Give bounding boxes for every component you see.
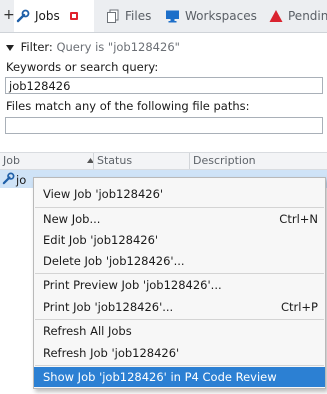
- menu-item-shortcut: Ctrl+P: [280, 300, 318, 314]
- filter-query-text: Query is "job128426": [56, 40, 180, 54]
- tab-files[interactable]: Files: [106, 0, 151, 32]
- context-menu: View Job 'job128426' New Job... Ctrl+N E…: [33, 177, 326, 389]
- menu-separator: [35, 319, 324, 320]
- menu-item-shortcut: Ctrl+N: [279, 212, 318, 226]
- keywords-label: Keywords or search query:: [6, 60, 159, 74]
- menu-separator: [35, 273, 324, 274]
- menu-item-label: Show Job 'job128426' in P4 Code Review: [43, 370, 277, 384]
- menu-item-label: Refresh Job 'job128426': [43, 346, 180, 360]
- row-job-text: jo: [16, 173, 27, 187]
- menu-item-show-in-code-review[interactable]: Show Job 'job128426' in P4 Code Review: [34, 367, 325, 387]
- column-description[interactable]: Description: [193, 154, 256, 167]
- menu-item-refresh-job[interactable]: Refresh Job 'job128426': [34, 343, 325, 363]
- column-status[interactable]: Status: [97, 154, 132, 167]
- menu-item-print-preview-job[interactable]: Print Preview Job 'job128426'...: [34, 275, 325, 295]
- menu-item-delete-job[interactable]: Delete Job 'job128426'...: [34, 251, 325, 271]
- menu-item-new-job[interactable]: New Job... Ctrl+N: [34, 209, 325, 229]
- wrench-icon: [2, 172, 15, 185]
- menu-item-label: View Job 'job128426': [43, 187, 164, 201]
- menu-item-label: Edit Job 'job128426': [43, 233, 159, 247]
- tab-jobs[interactable]: Jobs: [14, 0, 94, 32]
- menu-item-label: New Job...: [43, 212, 101, 226]
- menu-item-refresh-all-jobs[interactable]: Refresh All Jobs: [34, 321, 325, 341]
- table-header: Job Status Description: [0, 152, 327, 170]
- filter-header[interactable]: Filter: Query is "job128426": [6, 40, 180, 54]
- new-tab-button[interactable]: +: [3, 7, 15, 23]
- paths-input[interactable]: [5, 117, 323, 134]
- tab-files-label: Files: [125, 9, 152, 23]
- tab-pending-label: Pendin: [288, 9, 327, 23]
- tab-pending[interactable]: Pendin: [269, 0, 327, 32]
- wrench-icon: [16, 9, 30, 23]
- collapse-triangle-icon[interactable]: [6, 44, 14, 52]
- tab-jobs-label: Jobs: [35, 9, 60, 23]
- monitor-icon: [166, 10, 179, 23]
- menu-item-label: Delete Job 'job128426'...: [43, 254, 185, 268]
- tab-workspaces-label: Workspaces: [185, 9, 257, 23]
- menu-item-print-job[interactable]: Print Job 'job128426'... Ctrl+P: [34, 297, 325, 317]
- column-job[interactable]: Job: [3, 154, 20, 167]
- tab-bar: + Jobs Files Workspaces Pendin: [0, 0, 327, 33]
- menu-separator: [35, 365, 324, 366]
- keywords-input[interactable]: job128426: [5, 77, 323, 94]
- filter-label: Filter:: [20, 40, 53, 54]
- warning-triangle-icon: [269, 10, 283, 22]
- files-icon: [107, 9, 119, 23]
- paths-label: Files match any of the following file pa…: [6, 99, 250, 113]
- menu-item-edit-job[interactable]: Edit Job 'job128426': [34, 230, 325, 250]
- tab-workspaces[interactable]: Workspaces: [165, 0, 257, 32]
- menu-item-view-job[interactable]: View Job 'job128426': [34, 184, 325, 204]
- menu-item-label: Print Preview Job 'job128426'...: [43, 278, 222, 292]
- column-divider[interactable]: [93, 153, 94, 169]
- menu-item-label: Refresh All Jobs: [43, 324, 132, 338]
- menu-item-label: Print Job 'job128426'...: [43, 300, 174, 314]
- menu-separator: [35, 207, 324, 208]
- column-divider[interactable]: [189, 153, 190, 169]
- close-tab-icon[interactable]: [69, 12, 78, 20]
